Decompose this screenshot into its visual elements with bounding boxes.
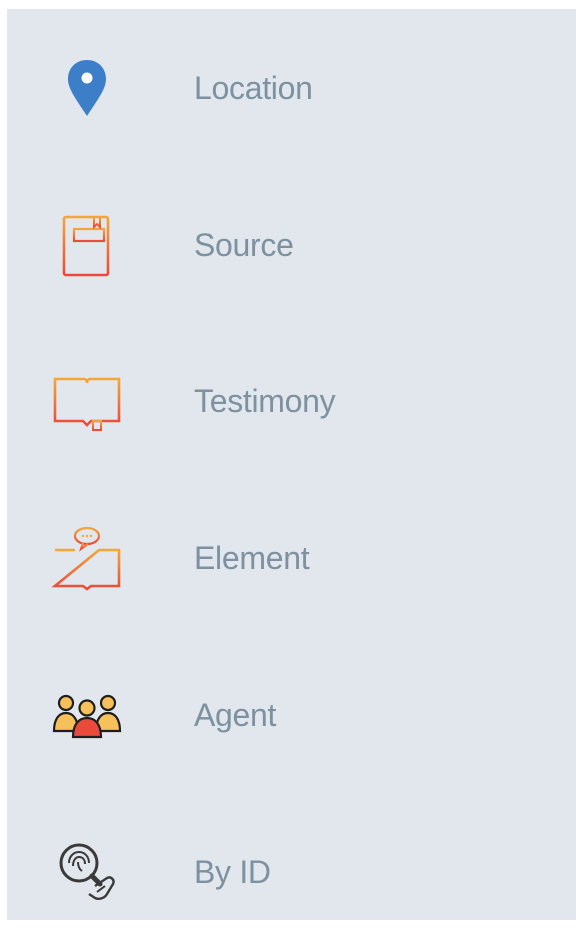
menu-item-testimony[interactable]: Testimony <box>7 341 576 461</box>
menu-item-location[interactable]: Location <box>7 28 576 148</box>
people-group-icon <box>51 679 123 751</box>
book-speech-bubble-icon <box>51 522 123 594</box>
location-pin-icon <box>51 52 123 124</box>
search-fingerprint-icon <box>51 836 123 908</box>
menu-item-label: Testimony <box>194 383 336 419</box>
menu-item-element[interactable]: Element <box>7 498 576 618</box>
menu-item-by-id[interactable]: By ID <box>7 812 576 932</box>
menu-item-source[interactable]: Source <box>7 185 576 305</box>
menu-item-label: Element <box>194 540 310 576</box>
menu-item-label: By ID <box>194 854 271 890</box>
menu-item-agent[interactable]: Agent <box>7 655 576 775</box>
menu-item-label: Source <box>194 227 294 263</box>
book-icon <box>51 209 123 281</box>
open-book-icon <box>51 365 123 437</box>
search-category-menu: Location Source Testimony Element Agent … <box>7 9 576 920</box>
menu-item-label: Agent <box>194 697 277 733</box>
menu-item-label: Location <box>194 70 313 106</box>
